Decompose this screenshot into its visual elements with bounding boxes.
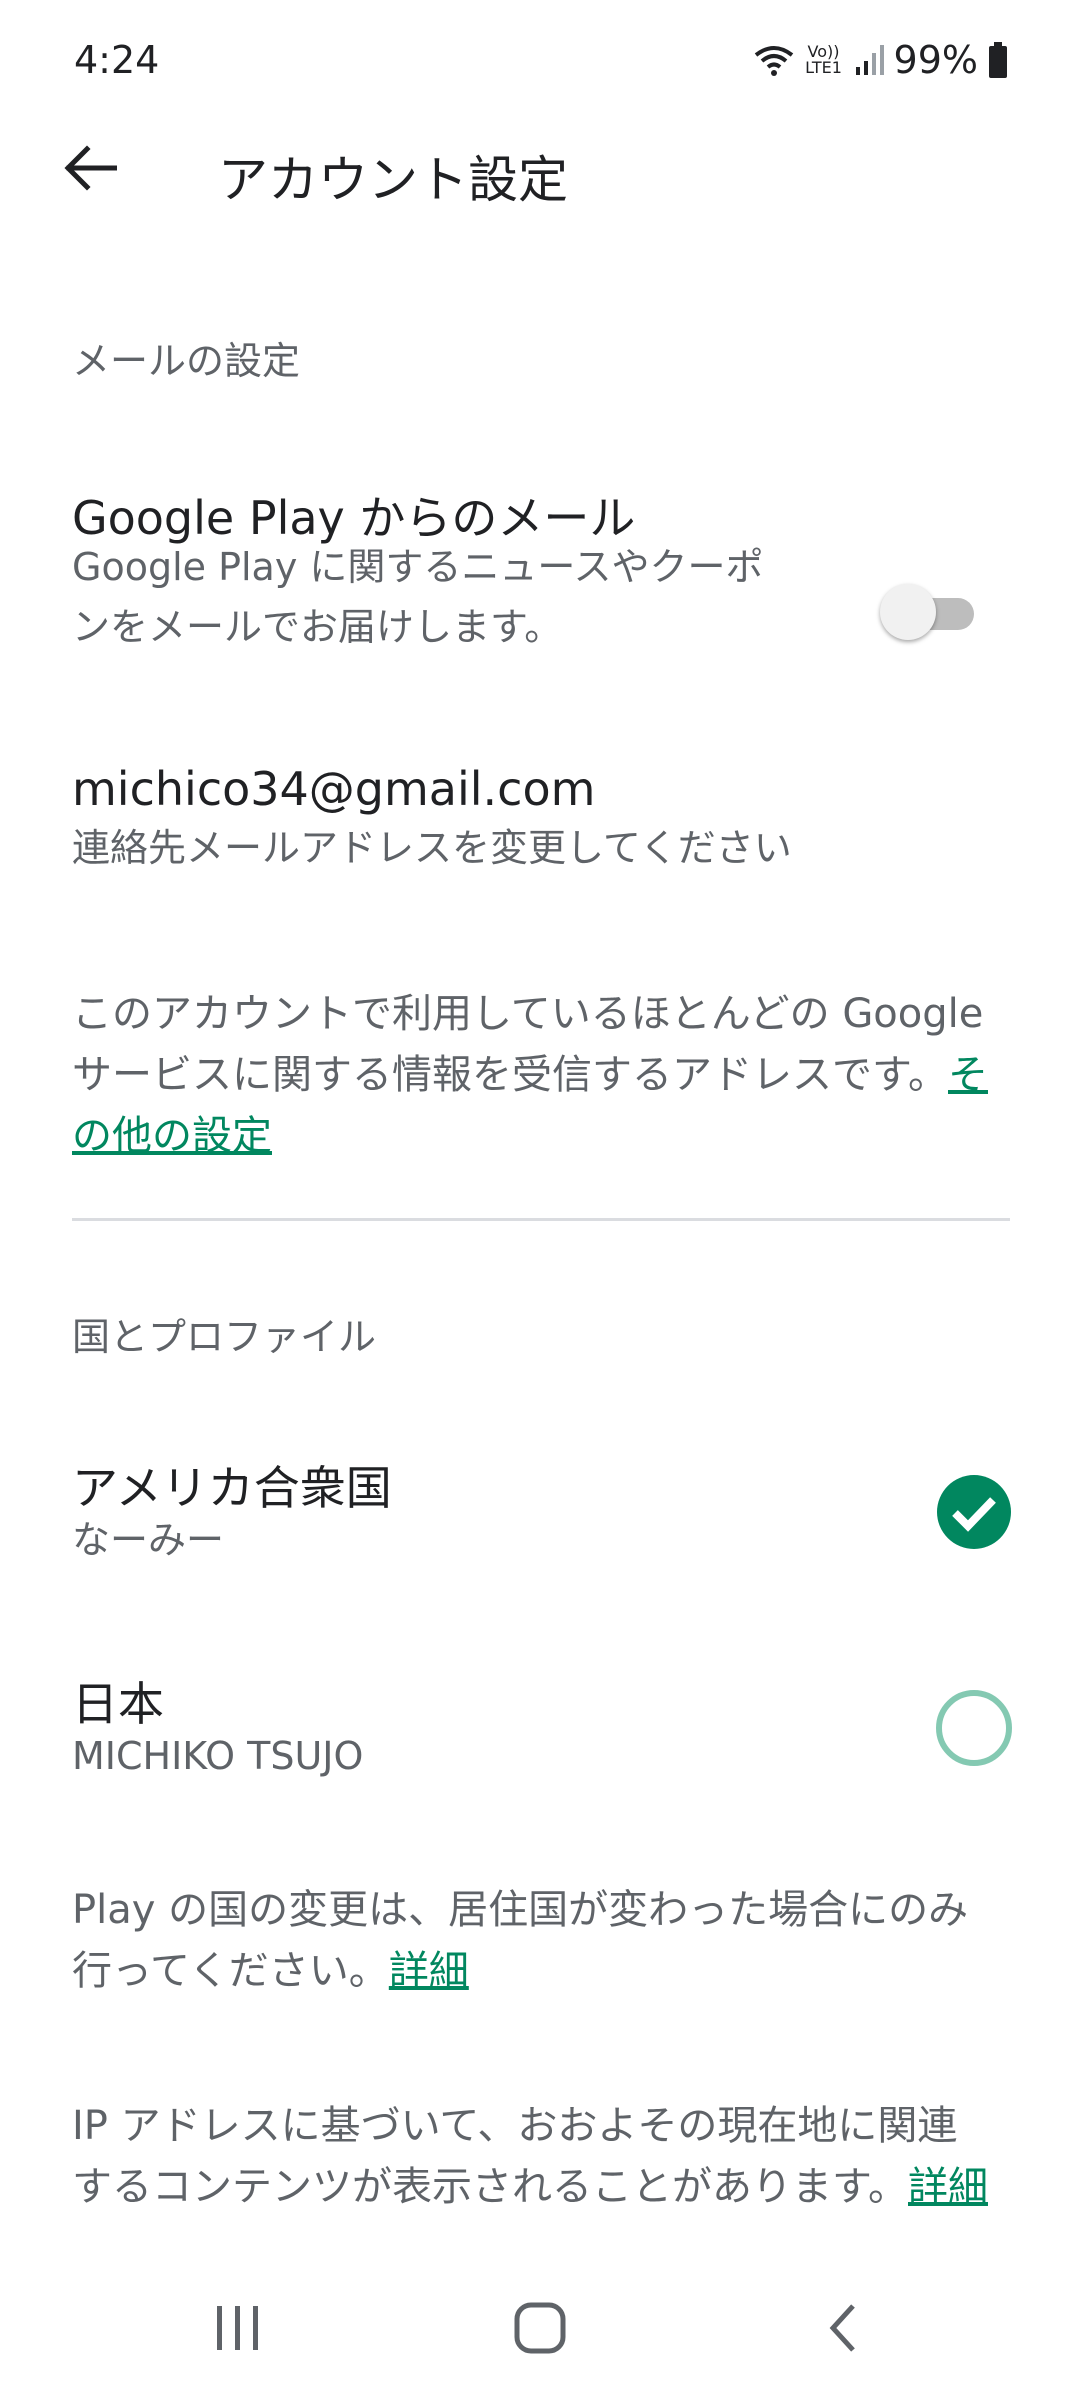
wifi-icon: [754, 43, 794, 77]
battery-percent: 99%: [893, 38, 978, 82]
section-divider: [72, 1218, 1010, 1221]
home-button[interactable]: [480, 2290, 600, 2370]
status-time: 4:24: [74, 38, 160, 82]
country-change-note-text: 行ってください。: [72, 1948, 389, 1994]
check-circle-icon[interactable]: [936, 1474, 1012, 1550]
google-play-mail-subtitle-line1: Google Play に関するニュースやクーポ: [72, 545, 764, 589]
system-nav-bar: [0, 2270, 1080, 2400]
email-info-line3: の他の設定: [72, 1106, 1012, 1167]
back-button[interactable]: [48, 128, 132, 212]
country-section-header: 国とプロファイル: [72, 1315, 377, 1359]
radio-unchecked-icon[interactable]: [936, 1690, 1012, 1766]
ip-details-link[interactable]: 詳細: [908, 2164, 988, 2210]
other-settings-link[interactable]: そ: [948, 1052, 988, 1098]
arrow-left-icon: [63, 145, 118, 195]
ip-note: IP アドレスに基づいて、おおよその現在地に関連 するコンテンツが表示されること…: [72, 2096, 1012, 2218]
account-settings-screen: 4:24 Vo)) LTE1 99% アカウント設定 メールの設定 Google…: [0, 0, 1080, 2400]
email-info-line1: このアカウントで利用しているほとんどの Google: [72, 991, 984, 1037]
page-title: アカウント設定: [218, 151, 568, 209]
ip-note-line2: するコンテンツが表示されることがあります。詳細: [72, 2157, 1012, 2218]
back-icon: [825, 2302, 859, 2358]
profile-country: アメリカ合衆国: [72, 1461, 392, 1515]
ip-note-line1: IP アドレスに基づいて、おおよその現在地に関連: [72, 2103, 958, 2149]
google-play-mail-subtitle-line2: ンをメールでお届けします。: [72, 605, 563, 649]
profile-name: MICHIKO TSUJO: [72, 1734, 364, 1778]
contact-email-subtitle: 連絡先メールアドレスを変更してください: [72, 826, 792, 870]
other-settings-link-cont[interactable]: の他の設定: [72, 1113, 272, 1159]
email-section-header: メールの設定: [72, 339, 301, 383]
status-bar: 4:24 Vo)) LTE1 99%: [0, 0, 1080, 120]
recent-apps-button[interactable]: [178, 2290, 298, 2370]
volte-icon: Vo)) LTE1: [805, 42, 842, 77]
recent-apps-icon: [213, 2304, 263, 2356]
country-change-note-line1: Play の国の変更は、居住国が変わった場合にのみ: [72, 1887, 969, 1933]
home-icon: [514, 2302, 566, 2358]
profile-country: 日本: [72, 1677, 164, 1731]
email-info-line2-text: サービスに関する情報を受信するアドレスです。: [72, 1052, 948, 1098]
nav-back-button[interactable]: [782, 2290, 902, 2370]
ip-note-text: するコンテンツが表示されることがあります。: [72, 2164, 908, 2210]
google-play-mail-toggle[interactable]: [880, 580, 980, 640]
profile-name: なーみー: [72, 1518, 225, 1562]
app-bar: アカウント設定: [0, 120, 1080, 220]
email-info-line2: サービスに関する情報を受信するアドレスです。そ: [72, 1045, 1012, 1106]
battery-icon: [988, 42, 1008, 78]
country-change-note: Play の国の変更は、居住国が変わった場合にのみ 行ってください。詳細: [72, 1880, 1012, 2002]
status-icons: Vo)) LTE1 99%: [754, 36, 1008, 84]
country-change-note-line2: 行ってください。詳細: [72, 1941, 1012, 2002]
signal-icon: [854, 43, 884, 77]
contact-email-address: michico34@gmail.com: [72, 762, 596, 816]
country-details-link[interactable]: 詳細: [389, 1948, 469, 1994]
email-info-text: このアカウントで利用しているほとんどの Google サービスに関する情報を受信…: [72, 984, 1012, 1167]
toggle-thumb: [880, 584, 936, 640]
